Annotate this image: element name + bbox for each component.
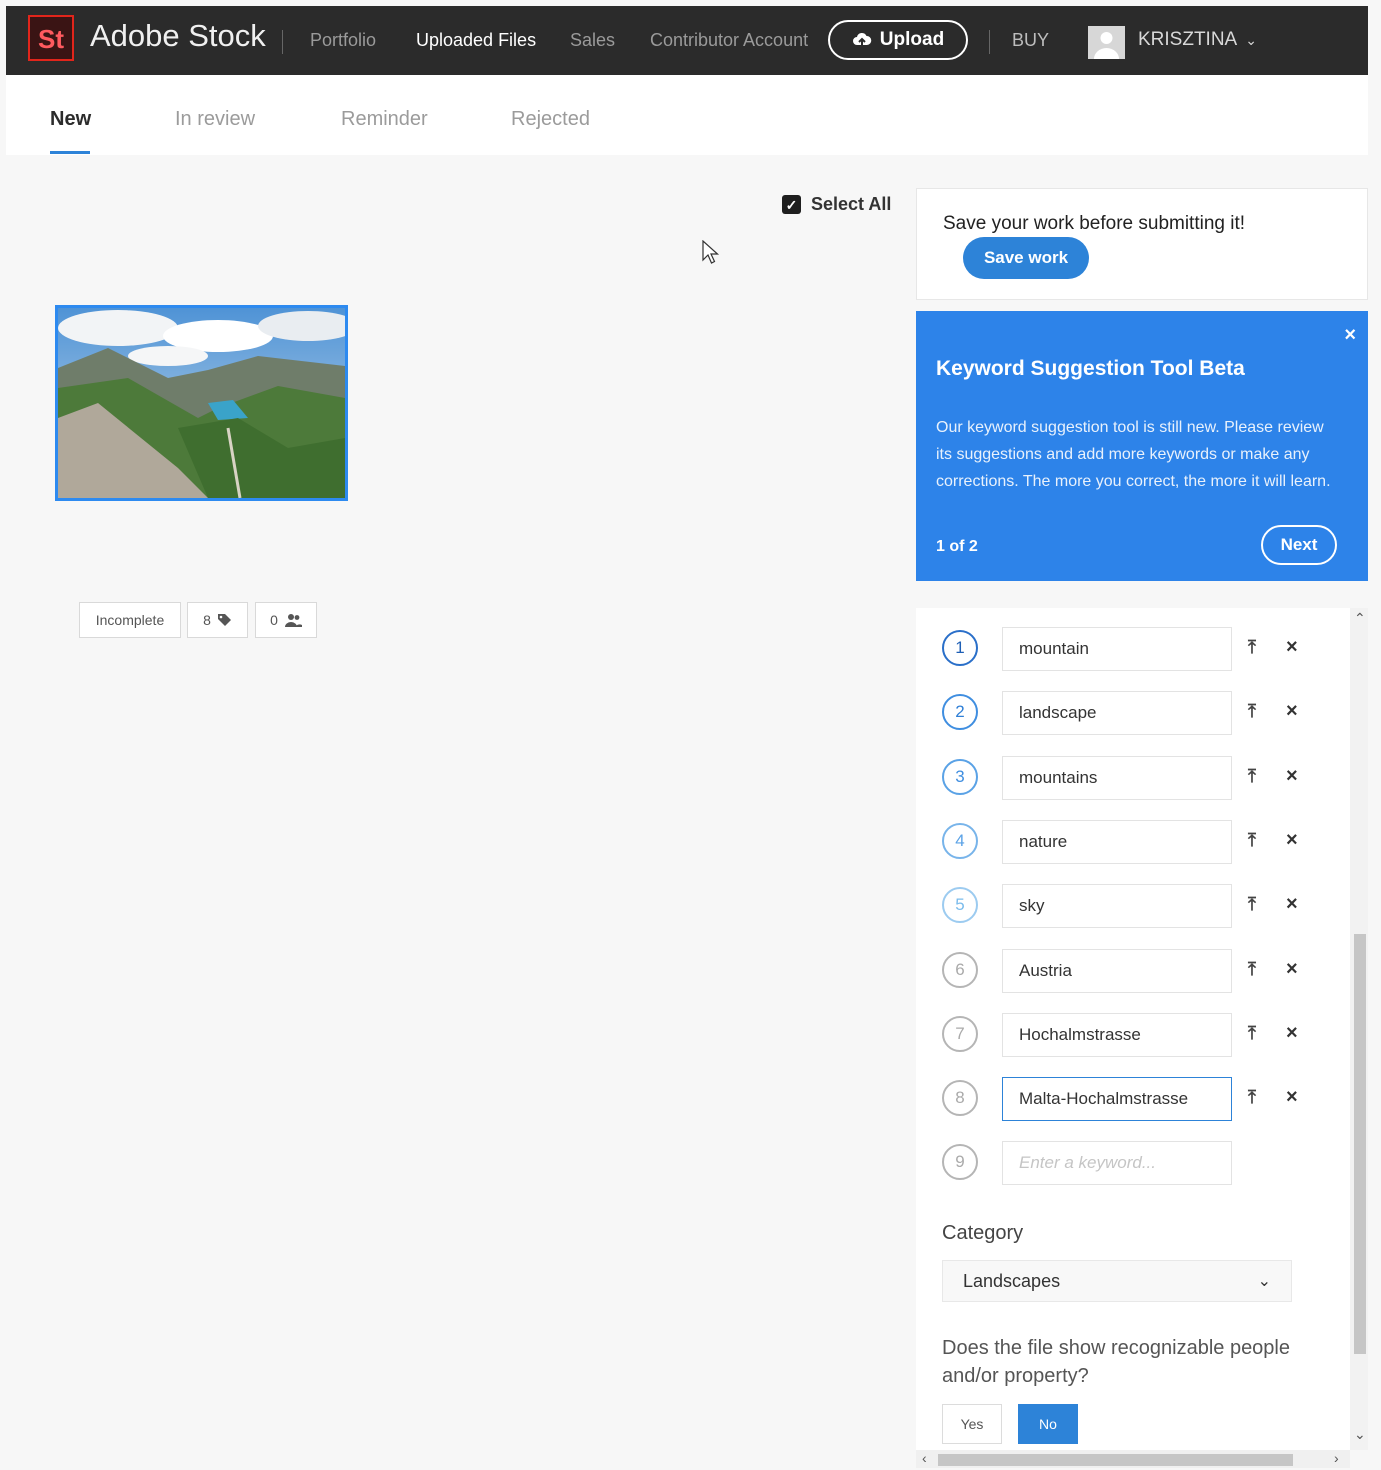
upload-label: Upload: [879, 29, 945, 50]
people-property-question: Does the file show recognizable people a…: [942, 1337, 1290, 1387]
remove-keyword-icon[interactable]: ×: [1286, 765, 1298, 788]
select-all-label: Select All: [811, 194, 892, 214]
move-to-top-icon[interactable]: ⤒: [1248, 1023, 1256, 1044]
keyword-input[interactable]: [1002, 691, 1232, 736]
remove-keyword-icon[interactable]: ×: [1286, 1086, 1298, 1109]
tab-in-review[interactable]: In review: [175, 108, 255, 131]
keyword-number: 1: [942, 630, 978, 666]
keyword-number: 2: [942, 694, 978, 731]
yes-button[interactable]: Yes: [942, 1404, 1002, 1444]
remove-keyword-icon[interactable]: ×: [1286, 1022, 1298, 1045]
keyword-input[interactable]: [1002, 819, 1232, 864]
keyword-number: 4: [942, 822, 978, 859]
user-silhouette-icon: [1094, 32, 1119, 59]
remove-keyword-icon[interactable]: ×: [1286, 893, 1298, 916]
people-count: 0: [270, 612, 278, 628]
people-icon: [284, 613, 302, 627]
tab-rejected[interactable]: Rejected: [511, 108, 590, 131]
tab-new[interactable]: New: [50, 108, 91, 131]
avatar[interactable]: [1088, 26, 1125, 59]
upload-button[interactable]: Upload: [828, 20, 968, 60]
move-to-top-icon[interactable]: ⤒: [1248, 637, 1256, 658]
keyword-input[interactable]: [1002, 1077, 1232, 1122]
chevron-down-icon: ⌄: [1257, 1273, 1271, 1290]
nav-divider: [989, 30, 990, 54]
save-work-message: Save your work before submitting it!: [943, 213, 1246, 234]
user-name: KRISZTINA: [1138, 29, 1238, 50]
file-metadata-form: 1 ⤒ × 2 ⤒ × 3 ⤒ × 4 ⤒ × 5 ⤒ × 6 ⤒ × 7 ⤒ × 8 ⤒ × 9 Category Lands…: [916, 608, 1350, 1450]
scroll-up-icon[interactable]: ⌃: [1354, 610, 1366, 627]
next-button[interactable]: Next: [1261, 525, 1337, 565]
select-all-control[interactable]: ✓ Select All: [782, 194, 891, 215]
top-nav-bar: St Adobe Stock Portfolio Uploaded Files …: [6, 6, 1368, 75]
nav-buy[interactable]: BUY: [1012, 30, 1049, 51]
keyword-number: 8: [942, 1080, 978, 1117]
tag-icon: [217, 613, 231, 626]
keyword-number: 9: [942, 1144, 978, 1181]
nav-contributor-account[interactable]: Contributor Account: [650, 30, 808, 51]
keyword-tool-description: Our keyword suggestion tool is still new…: [936, 419, 1331, 490]
keyword-count-badge: 8: [187, 602, 248, 638]
select-all-checkbox[interactable]: ✓: [782, 195, 801, 214]
keyword-tool-pager: 1 of 2: [936, 538, 978, 555]
keyword-input[interactable]: [1002, 948, 1232, 993]
nav-portfolio[interactable]: Portfolio: [310, 30, 376, 51]
chevron-down-icon: ⌄: [1245, 32, 1257, 48]
status-badge-label: Incomplete: [95, 612, 165, 628]
user-menu[interactable]: KRISZTINA ⌄: [1138, 29, 1257, 51]
vertical-scroll-thumb[interactable]: [1354, 934, 1366, 1354]
keyword-input[interactable]: [1002, 884, 1232, 929]
scroll-left-icon[interactable]: ‹: [922, 1450, 927, 1466]
keyword-number: 6: [942, 951, 978, 988]
category-label: Category: [942, 1222, 1024, 1244]
no-button[interactable]: No: [1018, 1404, 1078, 1444]
active-tab-indicator: [50, 151, 90, 154]
status-badge: Incomplete: [79, 602, 181, 638]
remove-keyword-icon[interactable]: ×: [1286, 829, 1298, 852]
keyword-input[interactable]: [1002, 755, 1232, 800]
move-to-top-icon[interactable]: ⤒: [1248, 894, 1256, 915]
vertical-scrollbar[interactable]: ⌃ ⌄: [1350, 608, 1368, 1450]
cloud-upload-icon: [852, 32, 872, 47]
move-to-top-icon[interactable]: ⤒: [1248, 959, 1256, 980]
save-work-card: Save your work before submitting it! Sav…: [916, 188, 1368, 300]
keyword-tool-title: Keyword Suggestion Tool Beta: [936, 357, 1245, 380]
keyword-count: 8: [203, 612, 211, 628]
remove-keyword-icon[interactable]: ×: [1286, 636, 1298, 659]
horizontal-scroll-thumb[interactable]: [938, 1454, 1293, 1466]
scroll-down-icon[interactable]: ⌄: [1354, 1426, 1366, 1443]
keyword-suggestion-tool-card: × Keyword Suggestion Tool Beta Our keywo…: [916, 311, 1368, 581]
save-work-button[interactable]: Save work: [963, 237, 1089, 279]
move-to-top-icon[interactable]: ⤒: [1248, 830, 1256, 851]
scroll-right-icon[interactable]: ›: [1334, 1450, 1339, 1466]
remove-keyword-icon[interactable]: ×: [1286, 958, 1298, 981]
category-value: Landscapes: [963, 1270, 1061, 1291]
keyword-number: 7: [942, 1015, 978, 1052]
remove-keyword-icon[interactable]: ×: [1286, 700, 1298, 723]
move-to-top-icon[interactable]: ⤒: [1248, 701, 1256, 722]
mouse-cursor-icon: [702, 240, 720, 264]
adobe-stock-logo[interactable]: St: [28, 15, 74, 61]
category-select[interactable]: Landscapes ⌄: [942, 1260, 1292, 1302]
keyword-input[interactable]: [1002, 627, 1232, 671]
mountain-valley-photo: [58, 308, 345, 498]
people-count-badge: 0: [255, 602, 317, 638]
close-icon[interactable]: ×: [1344, 325, 1356, 345]
brand-name[interactable]: Adobe Stock: [90, 18, 266, 54]
nav-uploaded-files[interactable]: Uploaded Files: [416, 30, 536, 51]
keyword-number: 3: [942, 758, 978, 795]
keyword-number: 5: [942, 887, 978, 924]
keyword-input[interactable]: [1002, 1141, 1232, 1186]
keyword-input[interactable]: [1002, 1012, 1232, 1057]
nav-sales[interactable]: Sales: [570, 30, 615, 51]
move-to-top-icon[interactable]: ⤒: [1248, 766, 1256, 787]
horizontal-scrollbar[interactable]: ‹ ›: [916, 1450, 1350, 1468]
nav-divider: [282, 30, 283, 54]
tab-reminder[interactable]: Reminder: [341, 108, 428, 131]
uploaded-image-thumbnail[interactable]: [55, 305, 348, 501]
file-status-tabs: New In review Reminder Rejected: [6, 75, 1368, 155]
move-to-top-icon[interactable]: ⤒: [1248, 1087, 1256, 1108]
